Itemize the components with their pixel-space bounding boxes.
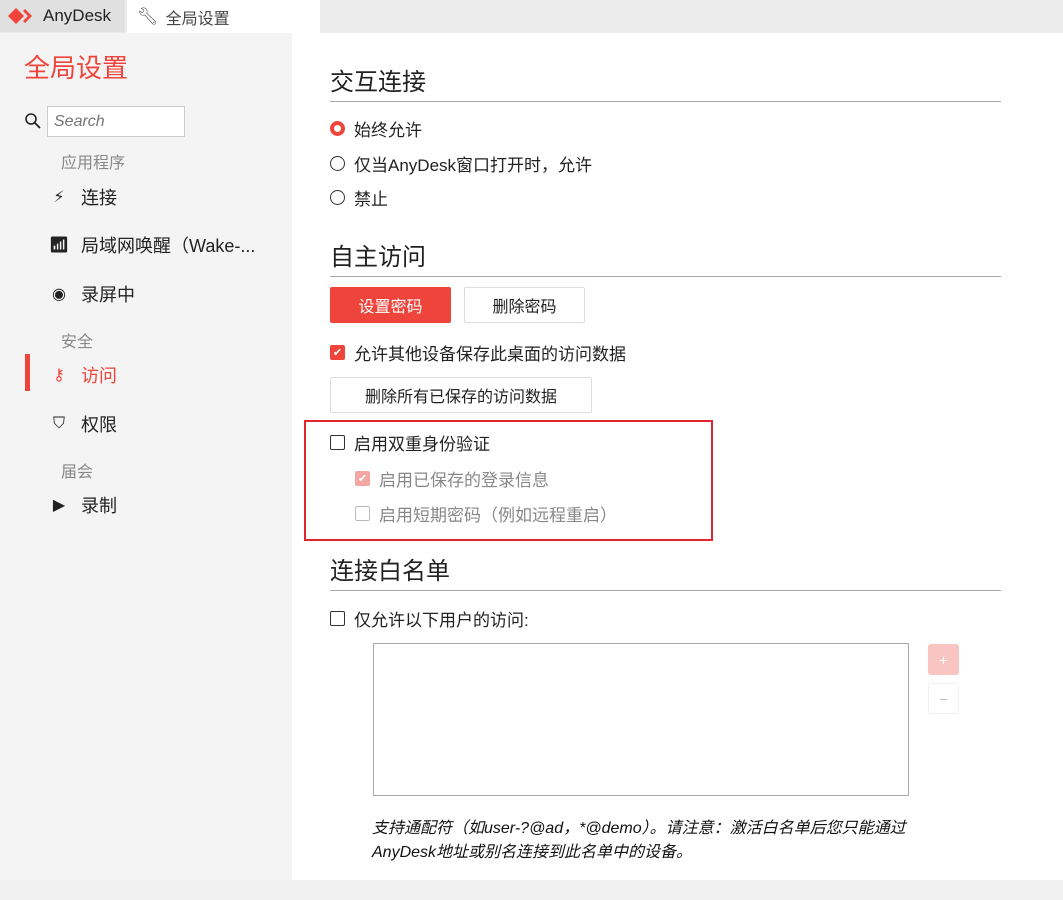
wake-on-lan-icon: 📶︎ xyxy=(48,237,70,254)
radio-always-allow[interactable]: 始终允许 xyxy=(330,116,422,141)
section-heading-interactive: 交互连接 xyxy=(330,62,1001,102)
sidebar xyxy=(0,33,292,880)
whitelist-only-checkbox[interactable]: 仅允许以下用户的访问: xyxy=(330,606,529,631)
checkbox[interactable] xyxy=(330,435,345,450)
sidebar-item-recording[interactable]: ▶︎ 录制 xyxy=(48,492,117,518)
checkbox-checked[interactable]: ✔ xyxy=(330,345,345,360)
saved-login-checkbox[interactable]: ✔ 启用已保存的登录信息 xyxy=(355,466,549,491)
sidebar-item-access[interactable]: ⚷ 访问 xyxy=(48,362,117,388)
short-password-checkbox[interactable]: 启用短期密码（例如远程重启） xyxy=(355,501,617,526)
sidebar-item-wake-on-lan[interactable]: 📶︎ 局域网唤醒（Wake-... xyxy=(48,232,256,258)
anydesk-logo-icon xyxy=(8,8,32,24)
sidebar-item-screen-recording[interactable]: ◉ 录屏中 xyxy=(48,281,135,307)
sidebar-item-label: 权限 xyxy=(81,415,117,435)
radio-allow-when-open[interactable]: 仅当AnyDesk窗口打开时，允许 xyxy=(330,151,592,176)
sidebar-item-label: 局域网唤醒（Wake-... xyxy=(81,236,256,256)
whitelist-note: 支持通配符（如user-?@ad，*@demo）。请注意：激活白名单后您只能通过… xyxy=(372,817,992,865)
checkbox-checked-disabled[interactable]: ✔ xyxy=(355,471,370,486)
section-heading-whitelist: 连接白名单 xyxy=(330,551,1001,591)
checkbox[interactable] xyxy=(330,611,345,626)
whitelist-textarea[interactable] xyxy=(373,643,909,796)
checkbox-label: 启用短期密码（例如远程重启） xyxy=(379,506,617,525)
group-label-app: 应用程序 xyxy=(61,155,126,172)
set-password-button[interactable]: 设置密码 xyxy=(330,287,451,323)
active-indicator xyxy=(25,354,30,391)
sidebar-item-label: 访问 xyxy=(81,366,117,386)
search-input[interactable] xyxy=(47,106,185,137)
two-factor-checkbox[interactable]: 启用双重身份验证 xyxy=(330,430,490,455)
section-heading-unattended: 自主访问 xyxy=(330,237,1001,277)
shield-icon: ⛉ xyxy=(52,415,65,432)
sidebar-item-connection[interactable]: ⚡︎ 连接 xyxy=(48,184,117,210)
search-icon xyxy=(25,113,41,129)
radio-label: 禁止 xyxy=(354,190,388,209)
radio-button[interactable] xyxy=(330,156,345,171)
sidebar-title: 全局设置 xyxy=(24,53,129,83)
checkbox-label: 启用双重身份验证 xyxy=(354,435,490,454)
checkbox-label: 允许其他设备保存此桌面的访问数据 xyxy=(354,345,626,364)
sidebar-item-permissions[interactable]: ⛉ 权限 xyxy=(48,411,117,437)
radio-button[interactable] xyxy=(330,190,345,205)
tab-global-settings[interactable]: 🔧︎ 全局设置 xyxy=(127,0,320,33)
radio-deny[interactable]: 禁止 xyxy=(330,185,388,210)
note-line: AnyDesk地址或别名连接到此名单中的设备。 xyxy=(372,844,693,861)
checkbox-label: 仅允许以下用户的访问: xyxy=(354,611,529,630)
delete-password-button[interactable]: 删除密码 xyxy=(464,287,585,323)
delete-all-saved-button[interactable]: 删除所有已保存的访问数据 xyxy=(330,377,592,413)
screen-play-icon: ▶︎ xyxy=(52,497,66,514)
sidebar-item-label: 录屏中 xyxy=(81,285,135,305)
add-whitelist-button[interactable]: + xyxy=(928,644,959,675)
checkbox-label: 启用已保存的登录信息 xyxy=(379,471,549,490)
wrench-icon: 🔧︎ xyxy=(137,6,159,26)
connection-icon: ⚡︎ xyxy=(53,189,65,206)
tab-anydesk[interactable]: AnyDesk xyxy=(0,0,125,32)
checkbox-disabled[interactable] xyxy=(355,506,370,521)
note-line: 支持通配符（如user-?@ad，*@demo）。请注意：激活白名单后您只能通过 xyxy=(372,820,906,837)
group-label-security: 安全 xyxy=(61,334,94,351)
sidebar-item-label: 连接 xyxy=(81,188,117,208)
remove-whitelist-button[interactable]: − xyxy=(928,683,959,714)
key-icon: ⚷ xyxy=(53,367,65,384)
record-icon: ◉ xyxy=(52,286,66,303)
sidebar-item-label: 录制 xyxy=(81,496,117,516)
tab-title: 全局设置 xyxy=(165,10,230,28)
allow-save-access-checkbox[interactable]: ✔ 允许其他设备保存此桌面的访问数据 xyxy=(330,340,626,365)
group-label-session: 届会 xyxy=(61,464,94,481)
radio-label: 仅当AnyDesk窗口打开时，允许 xyxy=(354,156,593,175)
radio-label: 始终允许 xyxy=(354,121,422,140)
app-name: AnyDesk xyxy=(43,6,112,25)
radio-button[interactable] xyxy=(330,121,345,136)
